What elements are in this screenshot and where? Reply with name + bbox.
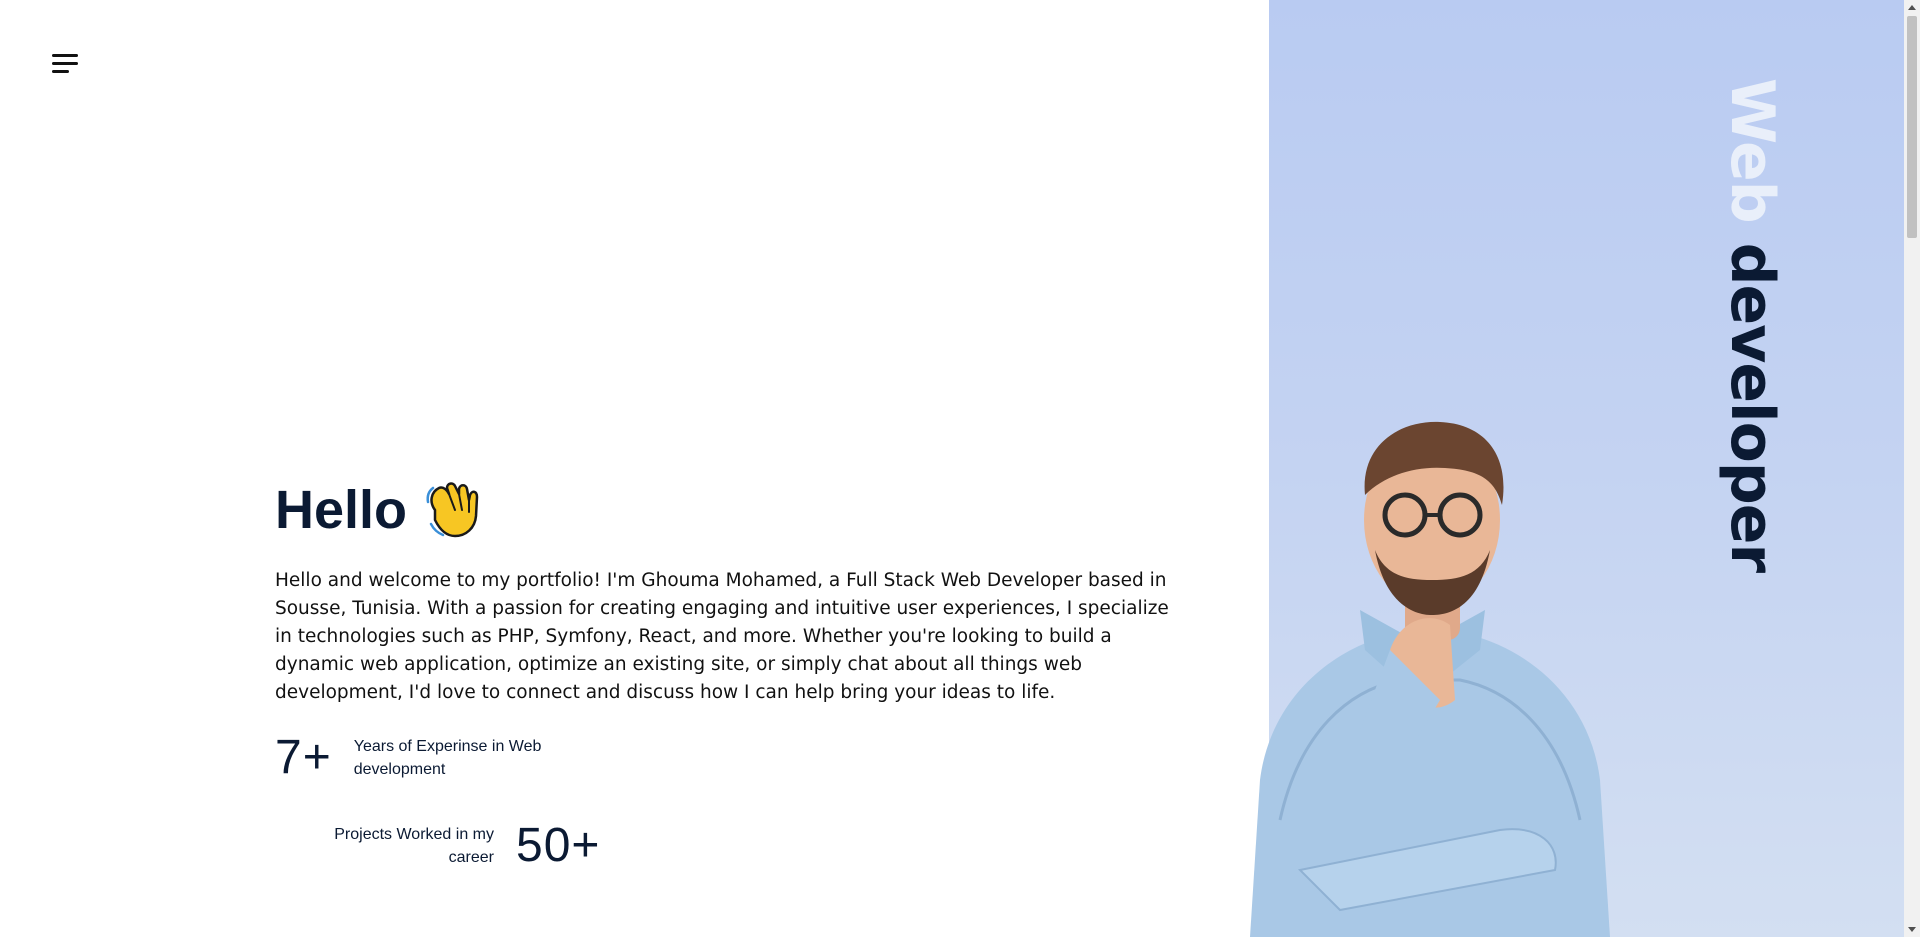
hero-intro: Hello Hello and welcome to my portfolio!…	[275, 475, 1175, 707]
hamburger-menu-icon[interactable]	[52, 54, 78, 76]
stat-projects: Projects Worked in my career 50+	[300, 818, 600, 873]
greeting-text: Hello	[275, 480, 408, 540]
menu-line	[52, 62, 78, 65]
stat-label: Years of Experinse in Web development	[353, 737, 542, 778]
stat-years-experience: 7+ Years of Experinse in Web development	[275, 730, 564, 785]
stat-value: 7+	[275, 731, 332, 784]
bio-paragraph: Hello and welcome to my portfolio! I'm G…	[275, 570, 1169, 703]
vertical-title: Web developer	[1717, 78, 1787, 572]
scroll-down-icon[interactable]	[1908, 927, 1916, 932]
scrollbar-thumb[interactable]	[1907, 16, 1917, 238]
stat-label: Projects Worked in my career	[334, 825, 494, 866]
greeting-heading: Hello	[275, 475, 1175, 545]
page-scrollbar[interactable]	[1904, 0, 1920, 937]
portrait-illustration	[1250, 421, 1610, 937]
menu-line	[52, 70, 69, 73]
waving-hand-icon	[426, 482, 479, 538]
title-word-web: Web	[1717, 78, 1787, 223]
title-word-developer: developer	[1717, 242, 1787, 573]
scroll-up-icon[interactable]	[1908, 5, 1916, 10]
stat-value: 50+	[516, 819, 601, 872]
menu-line	[52, 54, 78, 57]
